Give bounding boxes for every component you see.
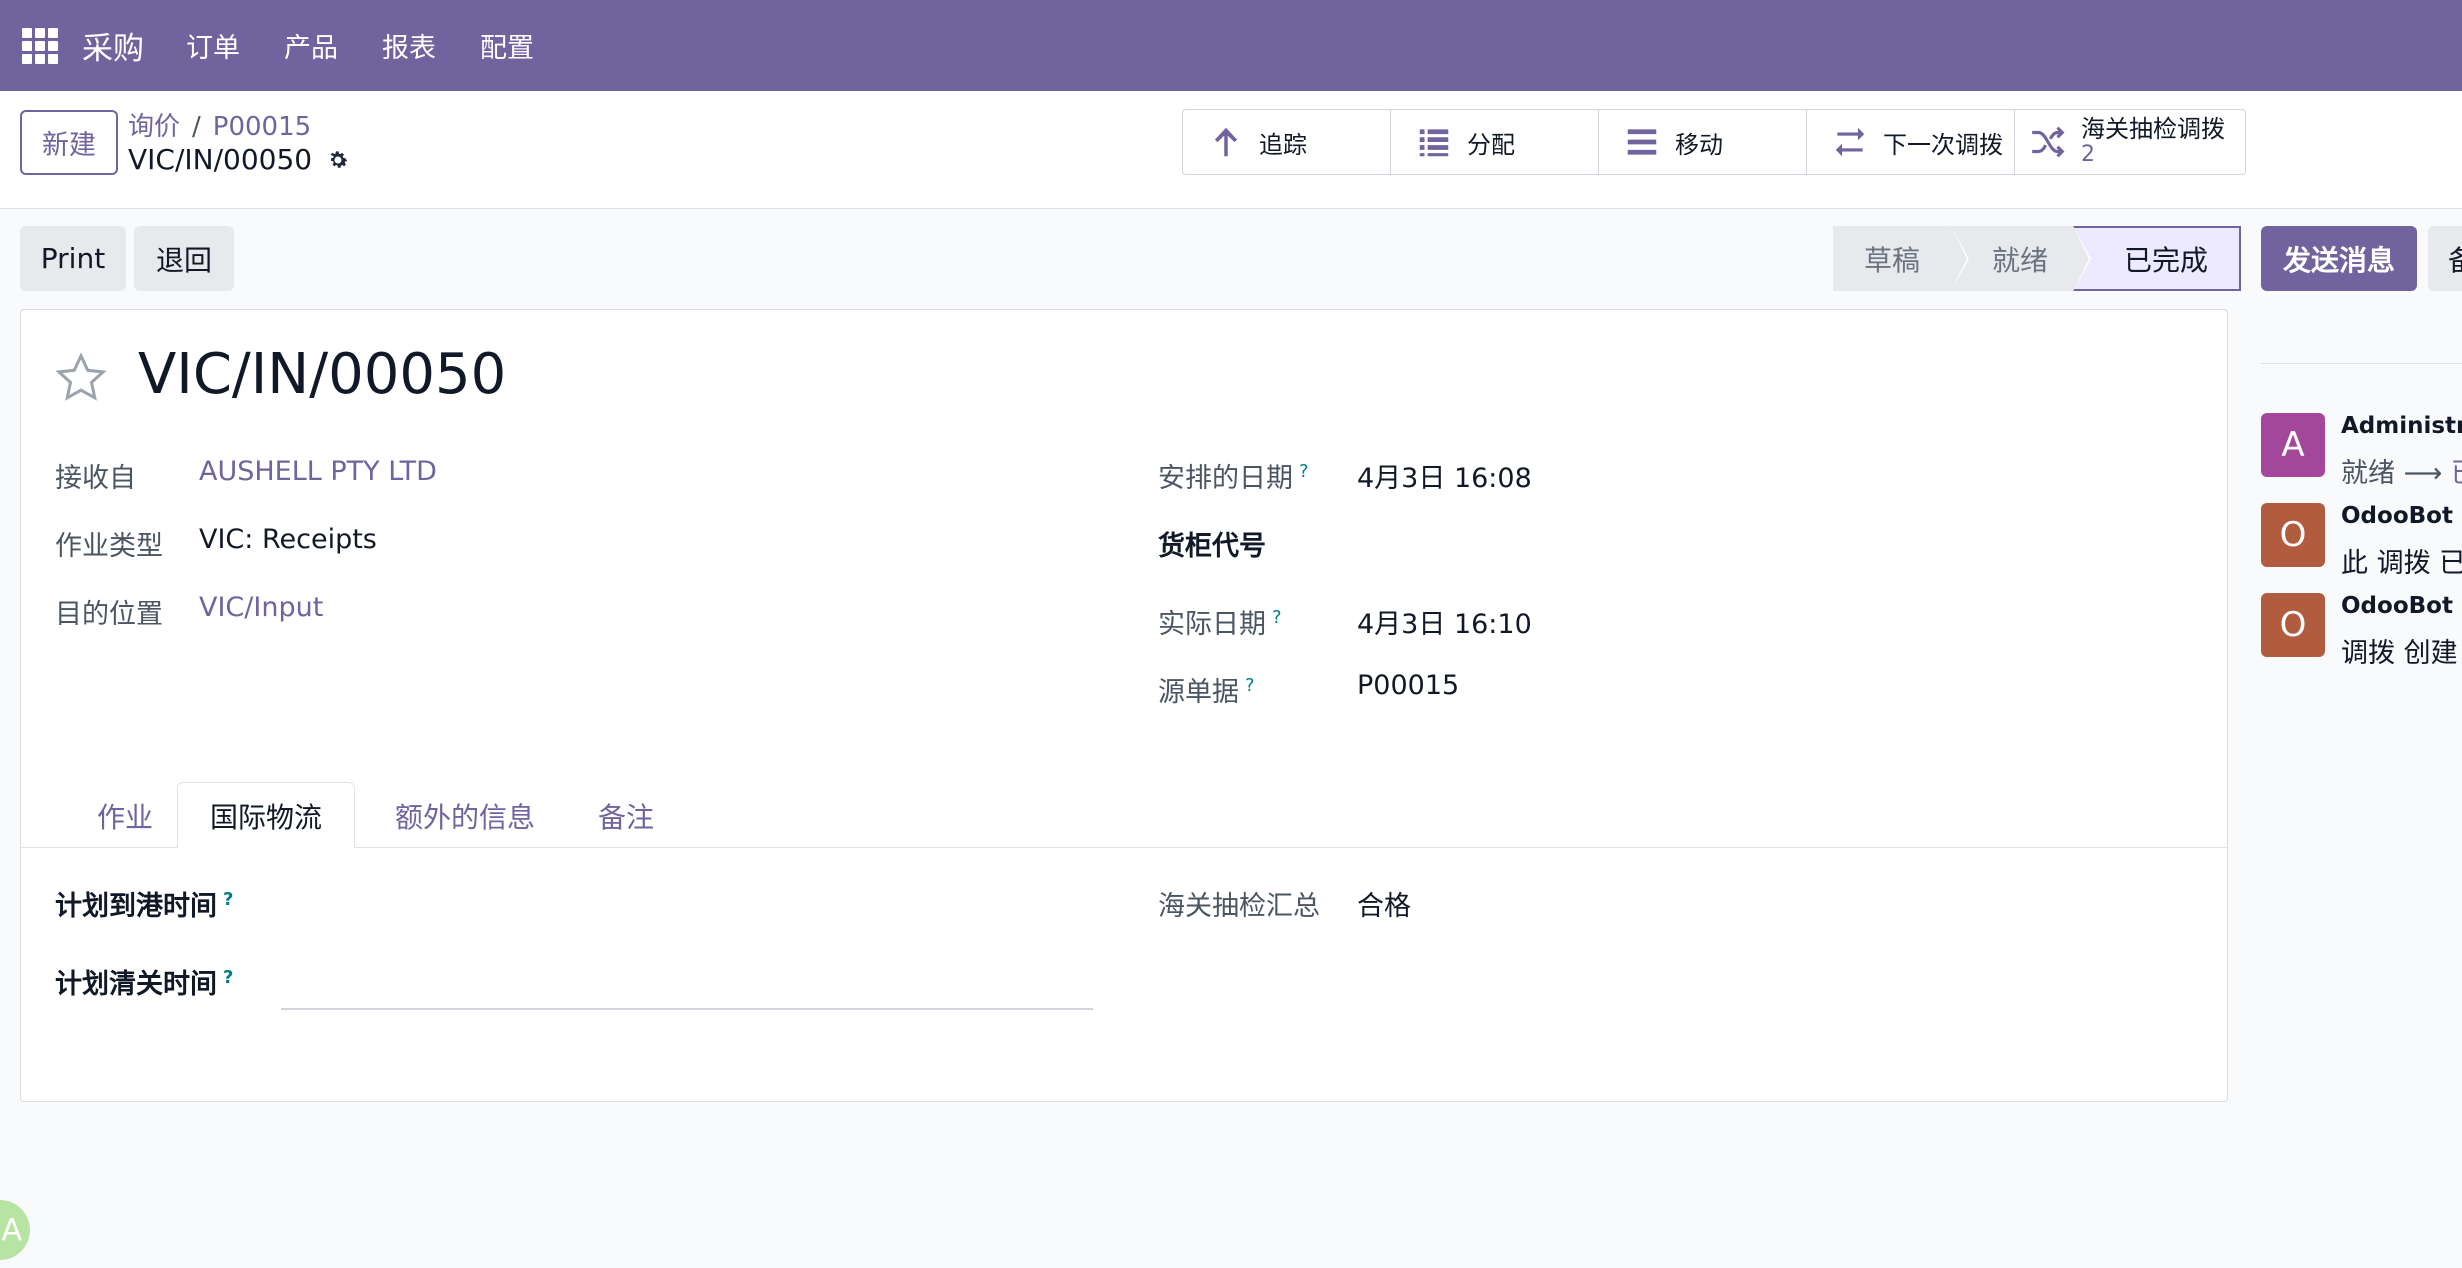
message-author[interactable]: OdooBot1 (2341, 503, 2462, 529)
record-name-text: VIC/IN/00050 (128, 143, 313, 176)
eta-label: 计划到港时间? (55, 884, 233, 923)
stage-ready[interactable]: 就绪 (1951, 226, 2091, 291)
tracking-old-value: 就绪 ⟶ (2341, 458, 2451, 489)
source-document-value[interactable]: P00015 (1357, 670, 1459, 701)
nav-item-reports[interactable]: 报表 (382, 26, 436, 65)
nav-item-products[interactable]: 产品 (284, 26, 338, 65)
customs-inspection-count: 2 (2081, 142, 2095, 167)
chatter-message: O OdooBot1 调拨 创建 (2261, 593, 2462, 669)
clearance-label-text: 计划清关时间 (55, 969, 217, 1000)
nav-item-orders[interactable]: 订单 (186, 26, 240, 65)
help-icon[interactable]: ? (1272, 607, 1282, 628)
log-note-button[interactable]: 备 (2428, 226, 2462, 291)
operation-type-value[interactable]: VIC: Receipts (199, 524, 377, 555)
next-transfer-button[interactable]: 下一次调拨 (1807, 110, 2015, 174)
smart-buttons: 追踪 分配 移动 下一次调拨 海关抽检调拨 2 (1182, 109, 2246, 175)
next-transfer-label: 下一次调拨 (1883, 130, 2003, 159)
tab-notes[interactable]: 备注 (581, 782, 671, 849)
breadcrumb: 询价 / P00015 (128, 106, 311, 143)
help-icon[interactable]: ? (1299, 461, 1309, 482)
traceability-label: 追踪 (1259, 130, 1307, 159)
chatter-divider (2261, 363, 2462, 364)
source-document-label-text: 源单据 (1158, 677, 1239, 708)
star-icon[interactable] (53, 350, 109, 406)
form-sheet: VIC/IN/00050 接收自 AUSHELL PTY LTD 作业类型 VI… (20, 309, 2228, 1102)
chatter-message: O OdooBot1 此 调拨 已 (2261, 503, 2462, 579)
avatar[interactable]: O (2261, 503, 2325, 567)
chatter-message: A Administra 就绪 ⟶ 已 (2261, 413, 2462, 489)
container-code-label: 货柜代号 (1158, 531, 1266, 562)
message-body: 此 调拨 已 (2341, 548, 2462, 579)
new-button[interactable]: 新建 (20, 110, 118, 175)
top-navbar: 采购 订单 产品 报表 配置 (0, 0, 2462, 91)
scheduled-date-value[interactable]: 4月3日 16:08 (1357, 456, 1532, 495)
nav-item-configuration[interactable]: 配置 (480, 26, 534, 65)
source-document-label: 源单据? (1158, 670, 1255, 709)
message-body: 就绪 ⟶ 已 (2341, 451, 2462, 490)
effective-date-value[interactable]: 4月3日 16:10 (1357, 602, 1532, 641)
effective-date-label-text: 实际日期 (1158, 609, 1266, 640)
breadcrumb-item-rfq[interactable]: 询价 (128, 112, 180, 142)
destination-value[interactable]: VIC/Input (199, 592, 323, 623)
message-author-name: OdooBot (2341, 593, 2453, 619)
moves-label: 移动 (1675, 130, 1723, 159)
control-panel: 新建 询价 / P00015 VIC/IN/00050 追踪 分配 移动 下一次调拨 (0, 91, 2462, 209)
exchange-icon (1835, 127, 1865, 157)
list-icon (1419, 129, 1449, 157)
breadcrumb-item-po[interactable]: P00015 (213, 112, 311, 142)
avatar[interactable]: A (2261, 413, 2325, 477)
partner-value[interactable]: AUSHELL PTY LTD (199, 456, 437, 487)
user-avatar[interactable]: A (0, 1200, 30, 1260)
eta-label-text: 计划到港时间 (55, 891, 217, 922)
moves-button[interactable]: 移动 (1599, 110, 1807, 174)
status-bar: 草稿 就绪 已完成 (1833, 226, 2241, 291)
apps-menu-icon[interactable] (22, 27, 58, 64)
operation-type-label: 作业类型 (55, 531, 163, 562)
stage-draft[interactable]: 草稿 (1833, 226, 1969, 291)
print-button[interactable]: Print (20, 226, 126, 291)
allocation-label: 分配 (1467, 130, 1515, 159)
scheduled-date-label-text: 安排的日期 (1158, 463, 1293, 494)
message-body: 调拨 创建 (2341, 638, 2458, 669)
allocation-button[interactable]: 分配 (1391, 110, 1599, 174)
record-title: VIC/IN/00050 (138, 342, 507, 407)
partner-label: 接收自 (55, 463, 136, 494)
tab-international-logistics[interactable]: 国际物流 (177, 782, 355, 849)
scheduled-date-label: 安排的日期? (1158, 456, 1309, 495)
message-author[interactable]: OdooBot1 (2341, 593, 2462, 619)
help-icon[interactable]: ? (223, 967, 233, 988)
tracking-new-value: 已 (2451, 458, 2462, 489)
clearance-date-input[interactable] (281, 1008, 1093, 1010)
inspection-summary-value[interactable]: 合格 (1357, 884, 1411, 923)
gear-icon[interactable] (326, 148, 350, 172)
arrow-up-icon (1214, 127, 1238, 157)
clearance-label: 计划清关时间? (55, 962, 233, 1001)
breadcrumb-separator: / (192, 112, 201, 142)
shuffle-icon (2032, 126, 2065, 158)
return-button[interactable]: 退回 (134, 226, 234, 291)
destination-label: 目的位置 (55, 599, 163, 630)
bars-icon (1627, 129, 1657, 155)
help-icon[interactable]: ? (1245, 675, 1255, 696)
tab-additional-info[interactable]: 额外的信息 (373, 782, 557, 849)
send-message-button[interactable]: 发送消息 (2261, 226, 2417, 291)
traceability-button[interactable]: 追踪 (1183, 110, 1391, 174)
help-icon[interactable]: ? (223, 889, 233, 910)
app-brand[interactable]: 采购 (82, 23, 144, 68)
effective-date-label: 实际日期? (1158, 602, 1282, 641)
stage-done[interactable]: 已完成 (2073, 226, 2241, 291)
customs-inspection-button[interactable]: 海关抽检调拨 2 (2015, 110, 2245, 174)
message-author[interactable]: Administra (2341, 413, 2462, 439)
message-author-name: OdooBot (2341, 503, 2453, 529)
record-name: VIC/IN/00050 (128, 143, 350, 176)
avatar[interactable]: O (2261, 593, 2325, 657)
customs-inspection-label: 海关抽检调拨 (2081, 115, 2225, 143)
form-tabs: 作业 国际物流 额外的信息 备注 (21, 770, 2227, 849)
tab-operations[interactable]: 作业 (75, 782, 175, 849)
inspection-summary-label: 海关抽检汇总 (1158, 891, 1320, 922)
